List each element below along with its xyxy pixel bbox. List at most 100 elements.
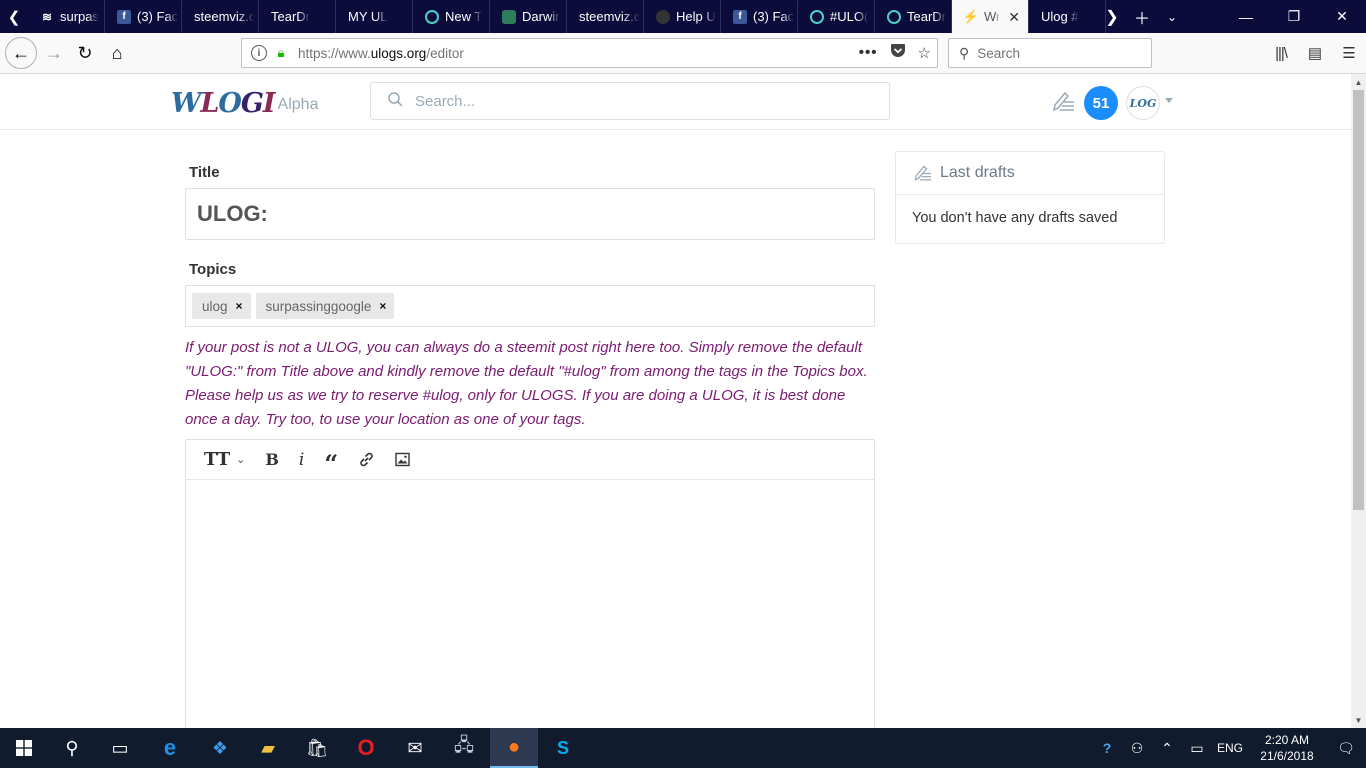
battery-icon[interactable]: ▭ [1182,728,1212,768]
scroll-tabs-right-icon[interactable]: ❯ [1097,0,1127,33]
github-icon [656,9,670,24]
home-button[interactable]: ⌂ [102,38,132,68]
site-info-icon[interactable]: i [251,45,267,61]
browser-tab[interactable]: Darwir [490,0,567,33]
opera-icon[interactable]: O [342,728,390,768]
drafts-header: Last drafts [896,152,1164,195]
search-icon[interactable]: ⚲ [48,728,96,768]
page-actions-icon[interactable]: ••• [859,44,878,61]
site-search-box[interactable] [370,82,890,120]
scroll-tabs-left-icon[interactable]: ❮ [0,0,28,33]
people-icon[interactable]: ⚇ [1122,728,1152,768]
scroll-up-icon[interactable]: ▲ [1351,74,1366,90]
scrollbar-thumb[interactable] [1353,90,1364,510]
facebook-icon: f [733,9,747,24]
library-icon[interactable]: |||\ [1266,38,1296,68]
browser-tab[interactable]: TearDr [259,0,336,33]
bold-button[interactable]: B [265,446,279,474]
edge-browser-icon[interactable]: e [146,728,194,768]
browser-tab[interactable]: ≋ surpas [28,0,105,33]
close-tab-icon[interactable]: ✕ [1008,9,1020,26]
italic-button[interactable]: i [299,446,304,474]
tray-chevron-up-icon[interactable]: ⌃ [1152,728,1182,768]
new-tab-icon[interactable]: ＋ [1127,0,1157,33]
task-view-icon[interactable]: ▭ [96,728,144,768]
all-tabs-chevron-icon[interactable]: ⌄ [1157,0,1187,33]
pocket-icon[interactable] [890,43,906,62]
browser-tab[interactable]: Ulog # [1029,0,1106,33]
back-button[interactable]: ← [5,37,37,69]
search-icon: ⚲ [959,44,970,61]
browser-tab[interactable]: steemviz.c [182,0,259,33]
browser-tab-label: Ulog # [1041,9,1079,24]
minimize-icon[interactable]: — [1222,0,1270,33]
language-indicator[interactable]: ENG [1212,728,1248,768]
browser-tab[interactable]: steemviz.c [567,0,644,33]
browser-tab[interactable]: f (3) Fac [105,0,182,33]
tab-actions: ❯ ＋ ⌄ [1097,0,1187,33]
sidebar-icon[interactable]: ▤ [1300,38,1330,68]
bookmark-star-icon[interactable]: ☆ [918,44,931,62]
image-button[interactable] [395,446,410,474]
link-button[interactable] [358,446,375,474]
browser-tab-label: TearDr [271,9,311,24]
link-icon [360,452,373,467]
browser-tab[interactable]: #ULO( [798,0,875,33]
logo-mark: WLOGI [171,87,276,119]
browser-tab-label: MY UL [348,9,388,24]
page-scrollbar[interactable]: ▲ ▼ [1351,74,1366,728]
dropbox-icon[interactable]: ❖ [196,728,244,768]
teardrop-icon [810,9,824,24]
browser-tab[interactable]: MY UL [336,0,413,33]
url-text[interactable]: https://www.ulogs.org/editor [298,46,464,61]
write-post-icon[interactable] [1051,90,1075,114]
clock-time: 2:20 AM [1264,733,1310,747]
user-avatar[interactable]: LOG [1126,86,1160,120]
browser-tab[interactable]: Help U [644,0,721,33]
topics-input[interactable]: ulog × surpassinggoogle × [185,285,875,327]
navigation-bar: ← → ↻ ⌂ i 🔒︎ https://www.ulogs.org/edito… [0,33,1366,74]
network-app-icon[interactable]: 🖧 [440,728,488,768]
browser-tab-label: Wr [984,9,1001,24]
title-input[interactable]: ULOG: [185,188,875,240]
forward-button[interactable]: → [39,38,69,68]
heading-button[interactable]: TT ⌄ [204,446,245,474]
restore-icon[interactable]: ❐ [1270,0,1318,33]
scroll-down-icon[interactable]: ▼ [1351,712,1366,728]
browser-tab-label: Help U [676,9,716,24]
browser-search-bar[interactable]: ⚲ Search [948,38,1152,68]
steemit-icon: ≋ [41,9,53,24]
browser-tab-label: steemviz.c [194,9,256,24]
browser-tab[interactable]: New T [413,0,490,33]
user-menu-caret-icon[interactable] [1165,98,1173,103]
url-bar[interactable]: i 🔒︎ https://www.ulogs.org/editor ••• ☆ [241,38,938,68]
browser-tab-label: #ULO( [830,9,869,24]
notifications-badge[interactable]: 51 [1084,86,1118,120]
browser-tab[interactable]: f (3) Fac [721,0,798,33]
firefox-icon[interactable]: ● [490,728,538,768]
notifications-icon[interactable]: 🗨︎ [1326,728,1366,768]
browser-tab-label: surpas [60,9,100,24]
topics-label: Topics [189,261,237,278]
skype-icon[interactable]: S [539,728,587,768]
close-window-icon[interactable]: ✕ [1318,0,1366,33]
reload-button[interactable]: ↻ [70,38,100,68]
file-explorer-icon[interactable]: ▰ [244,728,292,768]
browser-tab-label: (3) Fac [753,9,795,24]
quote-button[interactable]: “ [324,449,338,478]
editor-body[interactable] [186,480,874,728]
mail-icon[interactable]: ✉ [391,728,439,768]
ulogs-logo[interactable]: WLOGI Alpha [171,84,318,122]
store-icon[interactable]: 🛍︎ [293,728,341,768]
start-button[interactable] [0,728,48,768]
remove-topic-icon[interactable]: × [236,299,243,313]
site-search-input[interactable] [415,92,835,110]
drafts-title: Last drafts [940,164,1015,181]
browser-tab[interactable]: ⚡ Wr ✕ [952,0,1029,33]
browser-tab[interactable]: TearDr [875,0,952,33]
remove-topic-icon[interactable]: × [379,299,386,313]
clock-date: 21/6/2018 [1260,749,1314,763]
help-icon[interactable]: ? [1092,728,1122,768]
menu-icon[interactable]: ☰ [1334,38,1364,68]
clock[interactable]: 2:20 AM 21/6/2018 [1248,728,1326,768]
